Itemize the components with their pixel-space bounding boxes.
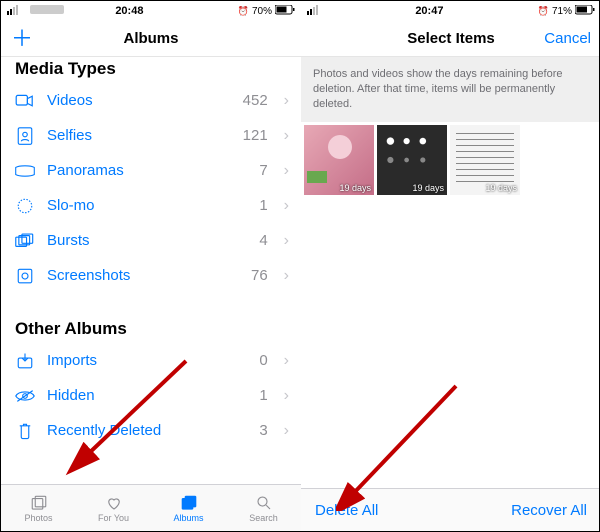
status-time: 20:47 xyxy=(415,5,443,17)
chevron-icon: › xyxy=(284,232,289,250)
alarm-icon: ⏰ xyxy=(238,6,249,17)
battery-icon xyxy=(575,5,595,18)
album-label: Imports xyxy=(47,352,226,369)
chevron-icon: › xyxy=(284,352,289,370)
album-row-bursts[interactable]: Bursts 4 › xyxy=(1,223,301,258)
album-row-screenshots[interactable]: Screenshots 76 › xyxy=(1,258,301,293)
album-count: 0 xyxy=(238,352,268,369)
nav-bar: Select Items Cancel xyxy=(301,21,600,57)
imports-icon xyxy=(15,351,35,371)
album-row-selfies[interactable]: Selfies 121 › xyxy=(1,118,301,153)
bottom-toolbar: Delete All Recover All xyxy=(301,488,600,531)
days-remaining: 19 days xyxy=(339,183,371,193)
chevron-icon: › xyxy=(284,92,289,110)
thumbnail-grid: 19 days 19 days 19 days xyxy=(301,122,600,198)
tab-search[interactable]: Search xyxy=(226,485,301,531)
chevron-icon: › xyxy=(284,162,289,180)
album-label: Panoramas xyxy=(47,162,226,179)
album-count: 1 xyxy=(238,197,268,214)
battery-text: 70% xyxy=(252,6,272,17)
album-count: 4 xyxy=(238,232,268,249)
album-label: Videos xyxy=(47,92,226,109)
album-row-deleted[interactable]: Recently Deleted 3 › xyxy=(1,413,301,448)
alarm-icon: ⏰ xyxy=(538,6,549,17)
chevron-icon: › xyxy=(284,267,289,285)
album-count: 1 xyxy=(238,387,268,404)
add-button[interactable]: ＋ xyxy=(11,28,33,50)
chevron-icon: › xyxy=(284,127,289,145)
bursts-icon xyxy=(15,231,35,251)
tab-photos[interactable]: Photos xyxy=(1,485,76,531)
photo-thumb[interactable]: 19 days xyxy=(450,125,520,195)
album-label: Recently Deleted xyxy=(47,422,226,439)
recover-all-button[interactable]: Recover All xyxy=(511,502,587,519)
carrier-blur xyxy=(30,5,64,14)
album-count: 76 xyxy=(238,267,268,284)
screenshots-icon xyxy=(15,266,35,286)
tab-foryou[interactable]: For You xyxy=(76,485,151,531)
section-other-albums: Other Albums xyxy=(1,311,301,343)
nav-title: Albums xyxy=(1,30,301,47)
album-count: 121 xyxy=(238,127,268,144)
album-row-imports[interactable]: Imports 0 › xyxy=(1,343,301,378)
deleted-icon xyxy=(15,421,35,441)
album-label: Slo-mo xyxy=(47,197,226,214)
signal-icon xyxy=(307,5,321,18)
delete-all-button[interactable]: Delete All xyxy=(315,502,378,519)
other-albums-list: Imports 0 › Hidden 1 › Recently Deleted 3 › xyxy=(1,343,301,448)
album-row-slomo[interactable]: Slo-mo 1 › xyxy=(1,188,301,223)
status-time: 20:48 xyxy=(115,5,143,17)
album-label: Selfies xyxy=(47,127,226,144)
selfies-icon xyxy=(15,126,35,146)
tab-label: Albums xyxy=(173,513,203,523)
tab-bar: Photos For You Albums Search xyxy=(1,484,301,531)
battery-icon xyxy=(275,5,295,18)
chevron-icon: › xyxy=(284,387,289,405)
album-count: 452 xyxy=(238,92,268,109)
album-label: Hidden xyxy=(47,387,226,404)
album-count: 3 xyxy=(238,422,268,439)
album-count: 7 xyxy=(238,162,268,179)
photo-thumb[interactable]: 19 days xyxy=(377,125,447,195)
album-row-videos[interactable]: Videos 452 › xyxy=(1,83,301,118)
battery-text: 71% xyxy=(552,6,572,17)
nav-bar: ＋ Albums xyxy=(1,21,301,57)
media-types-list: Videos 452 › Selfies 121 › Panoramas 7 › Slo-mo 1 ›… xyxy=(1,83,301,293)
album-row-hidden[interactable]: Hidden 1 › xyxy=(1,378,301,413)
cancel-button[interactable]: Cancel xyxy=(544,30,591,47)
tab-label: Search xyxy=(249,513,278,523)
album-label: Bursts xyxy=(47,232,226,249)
photo-thumb[interactable]: 19 days xyxy=(304,125,374,195)
tab-label: Photos xyxy=(24,513,52,523)
hidden-icon xyxy=(15,386,35,406)
chevron-icon: › xyxy=(284,422,289,440)
slomo-icon xyxy=(15,196,35,216)
signal-icon xyxy=(7,5,21,18)
chevron-icon: › xyxy=(284,197,289,215)
tab-label: For You xyxy=(98,513,129,523)
days-remaining: 19 days xyxy=(412,183,444,193)
panoramas-icon xyxy=(15,161,35,181)
deletion-notice: Photos and videos show the days remainin… xyxy=(301,57,600,122)
album-row-panoramas[interactable]: Panoramas 7 › xyxy=(1,153,301,188)
status-bar: 20:47 ⏰ 71% xyxy=(301,1,600,21)
tab-albums[interactable]: Albums xyxy=(151,485,226,531)
album-label: Screenshots xyxy=(47,267,226,284)
videos-icon xyxy=(15,91,35,111)
days-remaining: 19 days xyxy=(485,183,517,193)
